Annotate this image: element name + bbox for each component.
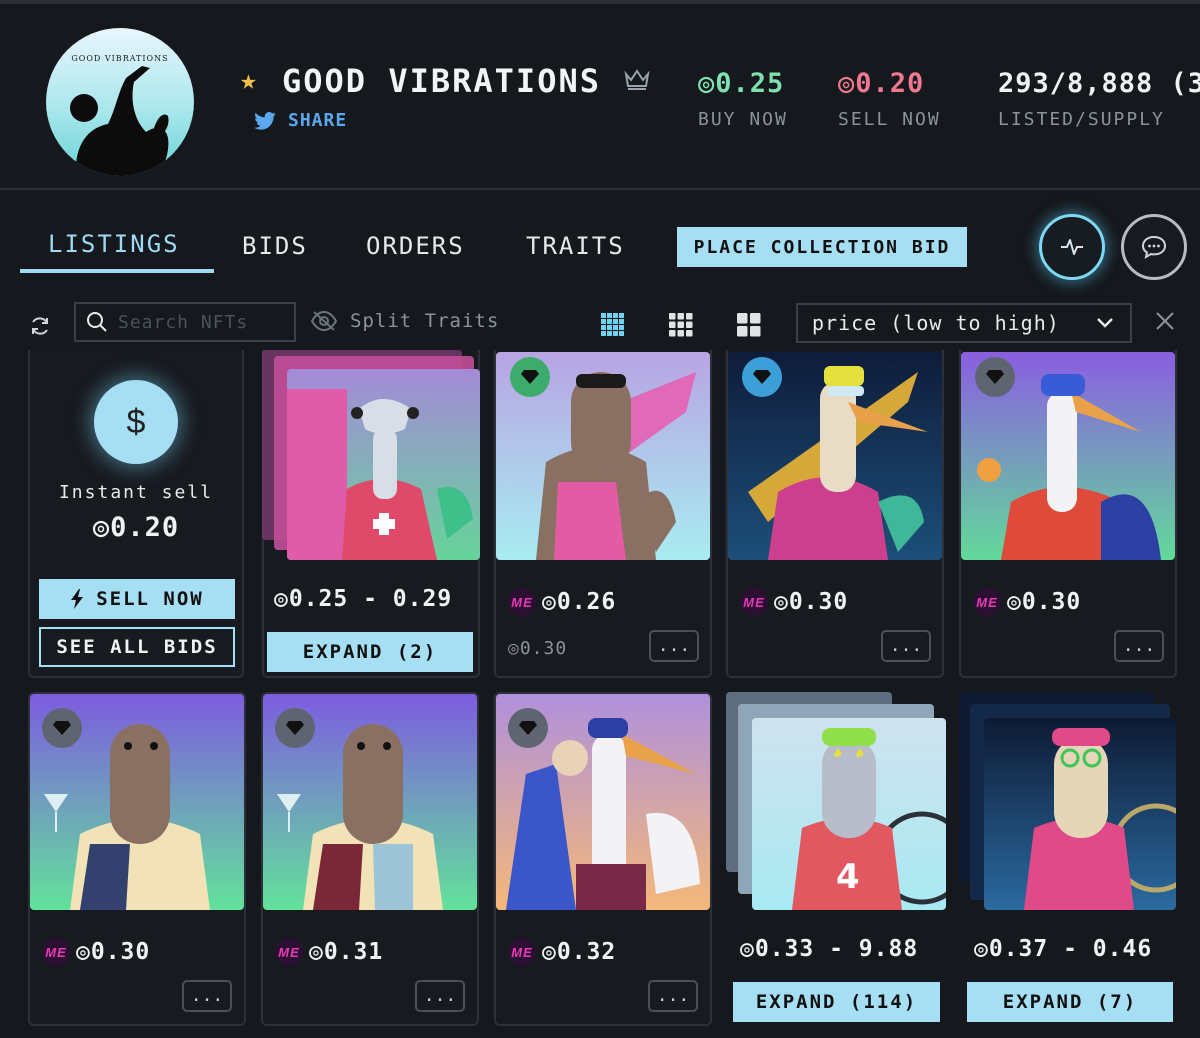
tab-listings[interactable]: LISTINGS [48,230,180,258]
more-options-button[interactable]: ... [182,980,232,1012]
rarity-gem-icon [975,357,1015,397]
expand-button[interactable]: EXPAND (2) [267,632,473,672]
price: ◎0.33 - 9.88 [740,936,919,962]
magic-eden-icon: ME [973,588,1001,616]
sell-now-label: SELL NOW [838,109,941,130]
price: ◎0.37 - 0.46 [974,936,1153,962]
nft-image [287,369,480,560]
more-options-button[interactable]: ... [649,630,699,662]
chat-bubble-icon [1141,235,1167,260]
svg-text:4: 4 [836,857,860,897]
price-row: ME ◎0.30 [740,588,848,616]
expand-button[interactable]: EXPAND (7) [967,982,1173,1022]
last-sale-price: ◎0.30 [508,638,568,659]
rarity-gem-icon [510,357,550,397]
split-traits-toggle[interactable]: Split Traits [310,310,499,332]
refresh-icon[interactable] [28,314,52,338]
more-options-button[interactable]: ... [881,630,931,662]
price: ◎0.30 [76,939,151,965]
share-button[interactable]: SHARE [254,110,347,131]
price: ◎0.32 [542,939,617,965]
price: ◎0.26 [542,589,617,615]
price-row: ME ◎0.26 [508,588,616,616]
price-row: ME ◎0.31 [275,938,383,966]
magic-eden-icon: ME [42,938,70,966]
favorite-star-icon[interactable]: ★ [240,66,268,94]
buy-now-label: BUY NOW [698,109,788,130]
search-icon [87,312,107,332]
search-input[interactable] [118,311,278,333]
more-options-button[interactable]: ... [415,980,465,1012]
logo-wordmark: GOOD VIBRATIONS [71,54,169,63]
instant-sell-label: Instant sell [58,482,214,503]
price-row: ME ◎0.32 [508,938,616,966]
stat-sell-now: ◎0.20 SELL NOW [838,68,941,130]
close-icon[interactable] [1154,310,1176,332]
more-options-button[interactable]: ... [1114,630,1164,662]
rarity-gem-icon [275,708,315,748]
rarity-gem-icon [742,357,782,397]
nft-image: 4 [752,718,946,910]
activity-pulse-icon [1061,239,1083,255]
active-tab-indicator [20,269,214,273]
rarity-gem-icon [42,708,82,748]
place-collection-bid-button[interactable]: PLACE COLLECTION BID [677,227,967,267]
price-row: ME ◎0.30 [42,938,150,966]
price: ◎0.30 [774,589,849,615]
sell-now-button[interactable]: SELL NOW [39,579,235,619]
magic-eden-icon: ME [508,588,536,616]
tab-traits[interactable]: TRAITS [526,232,625,260]
expand-button[interactable]: EXPAND (114) [733,982,940,1022]
listed-supply-value: 293/8,888 (3 [998,68,1200,99]
see-all-bids-button[interactable]: SEE ALL BIDS [39,627,235,667]
price: ◎0.31 [309,939,384,965]
split-traits-label: Split Traits [350,310,500,332]
magic-eden-icon: ME [275,938,303,966]
stat-buy-now: ◎0.25 BUY NOW [698,68,788,130]
rarity-gem-icon [508,708,548,748]
listed-supply-label: LISTED/SUPPLY [998,109,1165,130]
price: ◎0.25 - 0.29 [274,586,453,612]
instant-sell-value: ◎0.20 [92,512,180,543]
buy-now-value: ◎0.25 [698,68,785,99]
share-label: SHARE [288,110,348,131]
chat-button[interactable] [1121,214,1187,280]
price-row: ME ◎0.30 [973,588,1081,616]
crown-icon [624,69,650,90]
grid-medium-icon[interactable] [668,312,694,338]
collection-logo: GOOD VIBRATIONS [46,28,194,176]
search-box [74,302,296,342]
stat-listed-supply: 293/8,888 (3 LISTED/SUPPLY [998,68,1200,130]
dollar-icon: $ [94,380,178,464]
collection-header: GOOD VIBRATIONS ★ GOOD VIBRATIONS SHARE … [0,4,1200,190]
sell-now-value: ◎0.20 [838,68,925,99]
chevron-down-icon [1097,318,1113,328]
tab-orders[interactable]: ORDERS [366,232,465,260]
eye-off-icon [310,310,338,332]
lightning-icon [71,589,84,609]
sort-value: price (low to high) [812,311,1060,335]
magic-eden-icon: ME [508,938,536,966]
activity-button[interactable] [1039,214,1105,280]
grid-large-icon[interactable] [736,312,762,338]
nft-image [984,718,1176,910]
twitter-icon [254,111,276,130]
magic-eden-icon: ME [740,588,768,616]
sort-dropdown[interactable]: price (low to high) [796,303,1132,343]
price: ◎0.30 [1007,589,1082,615]
more-options-button[interactable]: ... [648,980,698,1012]
sell-now-label: SELL NOW [96,588,204,610]
tab-bids[interactable]: BIDS [242,232,308,260]
grid-small-icon[interactable] [600,312,626,338]
collection-title: GOOD VIBRATIONS [282,62,601,100]
